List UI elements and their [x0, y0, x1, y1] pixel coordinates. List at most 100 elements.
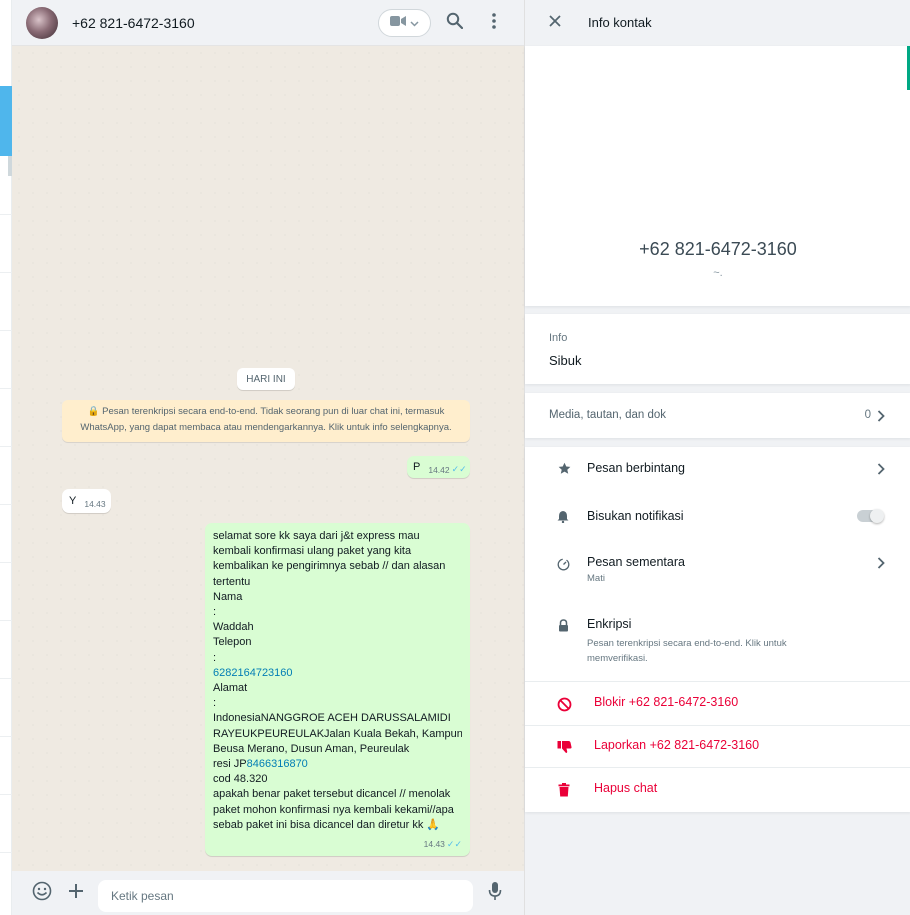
read-receipt-icon: ✓✓ — [451, 464, 467, 474]
voice-message-button[interactable] — [483, 881, 507, 905]
chat-list-divider — [0, 504, 12, 505]
block-icon — [556, 696, 572, 712]
chat-menu-button[interactable] — [482, 11, 506, 35]
disappearing-label: Pesan sementara — [587, 555, 685, 569]
contact-avatar[interactable] — [26, 6, 58, 39]
bell-icon — [555, 508, 571, 524]
media-count: 0 — [864, 409, 871, 421]
message-line: tertentu — [213, 575, 251, 588]
delete-chat-row[interactable]: Hapus chat — [525, 768, 910, 812]
contact-info-header: Info kontak — [525, 0, 910, 46]
profile-section: +62 821-6472-3160 ~. — [525, 46, 910, 306]
message-line: resi JP — [213, 758, 247, 771]
message-text: P — [413, 461, 421, 473]
search-button[interactable] — [442, 11, 466, 35]
message-line: selamat sore kk saya dari j&t express ma… — [213, 530, 420, 542]
chevron-right-icon — [876, 556, 886, 570]
read-receipt-icon: ✓✓ — [446, 838, 462, 849]
chevron-right-icon — [876, 462, 886, 476]
options-section: Pesan berbintang Bisukan notifikasi Pesa… — [525, 447, 910, 812]
message-time: 14.42 — [428, 464, 450, 475]
microphone-icon — [488, 881, 502, 906]
message-line: kembalikan ke pengirimnya sebab // dan a… — [213, 560, 446, 573]
chat-list-divider — [0, 794, 12, 795]
selected-chat-highlight — [0, 86, 12, 156]
chat-header[interactable]: +62 821-6472-3160 — [12, 0, 524, 46]
message-meta: 14.43 ✓✓ — [424, 837, 462, 852]
chat-list-divider — [0, 736, 12, 737]
emoji-button[interactable] — [30, 881, 54, 905]
media-label: Media, tautan, dan dok — [549, 409, 666, 421]
message-line: Nama — [213, 590, 243, 603]
trash-icon — [556, 782, 572, 798]
phone-link[interactable]: 6282164723160 — [213, 666, 462, 681]
chat-list-divider — [0, 330, 12, 331]
mute-toggle[interactable] — [857, 509, 884, 523]
block-contact-row[interactable]: Blokir +62 821-6472-3160 — [525, 682, 910, 725]
message-line: : — [213, 697, 217, 710]
message-text: Y — [69, 495, 77, 507]
chat-list-divider — [0, 214, 12, 215]
message-line: : — [213, 606, 217, 619]
lock-icon — [555, 617, 571, 633]
encryption-notice[interactable]: 🔒 Pesan terenkripsi secara end-to-end. T… — [62, 400, 470, 442]
encryption-notice-line: WhatsApp, yang dapat membaca atau menden… — [80, 422, 452, 433]
message-time: 14.43 — [423, 838, 445, 849]
message-list[interactable]: HARI INI 🔒 Pesan terenkripsi secara end-… — [12, 46, 524, 871]
message-line: Beusa Merano, Dusun Aman, Peureulak — [213, 742, 410, 755]
message-input[interactable] — [98, 880, 473, 912]
about-label: Info — [549, 332, 568, 344]
date-separator: HARI INI — [237, 368, 295, 390]
incoming-message[interactable]: Y 14.43 — [62, 489, 111, 513]
message-line: apakah benar paket tersebut dicancel // … — [213, 788, 451, 801]
contact-info-title: Info kontak — [588, 15, 652, 30]
outgoing-message[interactable]: P 14.42 ✓✓ — [407, 456, 470, 478]
encryption-notice-line: 🔒 Pesan terenkripsi secara end-to-end. T… — [87, 406, 445, 417]
profile-subtitle: ~. — [713, 267, 723, 279]
about-section: Info Sibuk — [525, 314, 910, 384]
chat-list-divider — [0, 388, 12, 389]
starred-messages-row[interactable]: Pesan berbintang — [525, 447, 910, 492]
message-time: 14.43 — [84, 498, 106, 509]
outgoing-message[interactable]: selamat sore kk saya dari j&t express ma… — [205, 523, 470, 856]
close-icon — [549, 14, 561, 32]
chat-list-divider — [0, 678, 12, 679]
toggle-knob — [870, 509, 884, 523]
encryption-description: Pesan terenkripsi secara end-to-end. Kli… — [587, 638, 787, 664]
mute-label: Bisukan notifikasi — [587, 509, 684, 523]
disappearing-messages-row[interactable]: Pesan sementara Mati — [525, 538, 910, 595]
message-line: paket mohon konfirmasi nya kembali kekam… — [213, 803, 454, 816]
video-camera-icon — [390, 14, 406, 32]
chat-list-edge — [0, 0, 12, 915]
chat-list-divider — [0, 272, 12, 273]
encryption-row[interactable]: Enkripsi Pesan terenkripsi secara end-to… — [525, 595, 910, 679]
message-line: sebab paket ini bisa dicancel dan diretu… — [213, 818, 441, 831]
contact-info-pane: Info kontak +62 821-6472-3160 ~. Info Si… — [524, 0, 910, 915]
chat-list-divider — [0, 852, 12, 853]
chat-list-divider — [0, 562, 12, 563]
plus-icon — [67, 882, 85, 905]
chat-list-divider — [0, 446, 12, 447]
video-call-button[interactable] — [378, 9, 431, 37]
contact-name[interactable]: +62 821-6472-3160 — [72, 15, 195, 31]
block-label: Blokir +62 821-6472-3160 — [594, 695, 739, 709]
chat-list-divider — [0, 620, 12, 621]
message-line: Telepon — [213, 636, 252, 649]
attach-button[interactable] — [64, 881, 88, 905]
star-icon — [556, 460, 572, 476]
message-line: : — [213, 651, 217, 664]
search-icon — [446, 12, 463, 34]
more-vertical-icon — [492, 12, 496, 34]
report-contact-row[interactable]: Laporkan +62 821-6472-3160 — [525, 726, 910, 768]
close-info-button[interactable] — [543, 11, 567, 35]
message-line: Waddah — [213, 621, 254, 634]
composer — [12, 871, 524, 915]
delete-chat-label: Hapus chat — [594, 781, 658, 795]
mute-notifications-row[interactable]: Bisukan notifikasi — [525, 492, 910, 538]
chevron-right-icon — [876, 409, 886, 423]
thumbs-down-icon — [556, 739, 572, 755]
message-line: kembali konfirmasi ulang paket yang kita — [213, 545, 412, 558]
resi-link[interactable]: 8466316870 — [247, 758, 308, 770]
media-links-docs-row[interactable]: Media, tautan, dan dok 0 — [525, 393, 910, 438]
about-value: Sibuk — [549, 353, 582, 368]
